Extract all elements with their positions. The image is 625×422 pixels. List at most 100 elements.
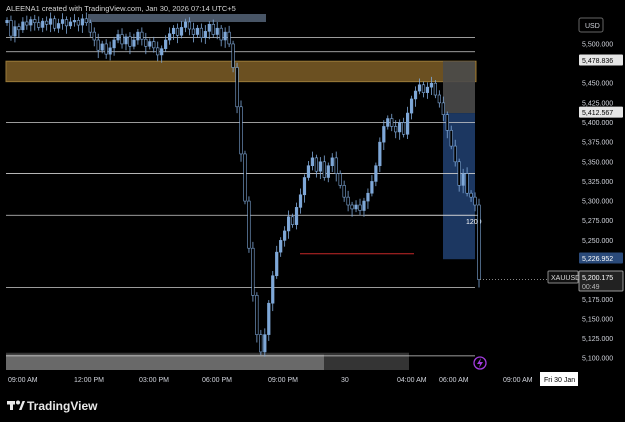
highlighted-date-text: Fri 30 Jan — [544, 377, 575, 384]
candle-body — [465, 173, 469, 194]
candle-body — [354, 204, 358, 210]
price-tick-label: 5,100.000 — [582, 356, 613, 363]
symbol-badge-text: XAUUSD — [551, 275, 580, 282]
candle-body — [112, 39, 116, 49]
price-tick-label: 5,325.000 — [582, 179, 613, 186]
price-tick-label: 5,300.000 — [582, 199, 613, 206]
candle-body — [183, 21, 188, 28]
candle-body — [56, 23, 61, 29]
candle-body — [338, 173, 342, 186]
candle-body — [409, 98, 414, 114]
time-tick-label: 12:00 PM — [74, 377, 104, 384]
countdown-text: 00:49 — [582, 284, 600, 291]
candle-body — [199, 27, 203, 38]
candle-body — [294, 207, 299, 225]
candle-body — [255, 295, 259, 335]
demand-zone-inner — [6, 354, 324, 370]
candle-body — [362, 200, 366, 211]
candle-body — [243, 153, 247, 202]
candle — [239, 100, 243, 162]
candle-body — [52, 18, 57, 29]
candle-body — [390, 118, 394, 127]
candle-body — [120, 34, 124, 45]
supply-zone[interactable] — [5, 60, 477, 83]
price-label-text: 5,226.952 — [582, 256, 613, 263]
candle-body — [9, 20, 13, 37]
candle-body — [334, 157, 338, 174]
candle-body — [477, 204, 481, 280]
candle-body — [259, 334, 263, 353]
candle-body — [33, 19, 37, 24]
candle-body — [370, 181, 374, 194]
candle-body — [140, 31, 144, 40]
price-tick-label: 5,425.000 — [582, 100, 613, 107]
candle-body — [453, 145, 457, 163]
candle — [251, 241, 255, 302]
candle-body — [29, 19, 33, 26]
candle-body — [156, 47, 160, 56]
time-tick-label: 09:00 AM — [503, 377, 533, 384]
candle-body — [374, 165, 378, 182]
candle-body — [152, 41, 156, 49]
candle-body — [13, 26, 17, 37]
candle-body — [108, 47, 112, 55]
candle-body — [441, 102, 445, 115]
candle-body — [45, 20, 49, 25]
candle-body — [80, 18, 84, 26]
candle-body — [187, 21, 192, 30]
candle-body — [290, 216, 295, 225]
candle-body — [445, 114, 449, 131]
candle-body — [17, 26, 21, 31]
candle-body — [473, 196, 477, 206]
candle-body — [287, 216, 291, 232]
candle-body — [326, 165, 330, 178]
candle-body — [223, 31, 227, 41]
price-tick-label: 5,400.000 — [582, 120, 613, 127]
grey-box[interactable] — [443, 61, 475, 114]
candle-body — [128, 36, 132, 47]
candle-body — [402, 122, 406, 135]
credit-text: ALEENA1 created with TradingView.com, Ja… — [6, 4, 236, 13]
time-tick-label: 09:00 PM — [268, 377, 298, 384]
candle-body — [88, 22, 92, 33]
candle-body — [116, 34, 120, 41]
candle-body — [148, 41, 152, 47]
candle-body — [417, 84, 422, 92]
candle-body — [64, 19, 69, 27]
candle-body — [398, 122, 402, 133]
candle-body — [175, 27, 180, 36]
candle-body — [263, 334, 267, 353]
candle-body — [60, 19, 65, 24]
price-chart[interactable]: ALEENA1 created with TradingView.com, Ja… — [0, 0, 625, 422]
candle-body — [231, 43, 235, 68]
candle-body — [195, 27, 199, 35]
candle-body — [136, 31, 140, 41]
candle-body — [239, 106, 243, 155]
candle-body — [271, 275, 275, 304]
candle-body — [164, 39, 168, 49]
candle-body — [191, 28, 196, 35]
candle-body — [247, 200, 251, 249]
time-tick-label: 04:00 AM — [397, 377, 427, 384]
candle-body — [429, 82, 434, 88]
candle-body — [302, 177, 307, 196]
candle-body — [342, 185, 346, 198]
candle-body — [168, 33, 172, 41]
candle-body — [413, 90, 418, 100]
time-tick-label: 09:00 AM — [8, 377, 38, 384]
candle-body — [41, 20, 45, 28]
candle-body — [382, 126, 386, 143]
price-tick-label: 5,125.000 — [582, 336, 613, 343]
candle-body — [25, 21, 29, 26]
candle-body — [322, 161, 326, 178]
candle-body — [275, 251, 279, 277]
price-tick-label: 5,500.000 — [582, 41, 613, 48]
candle-body — [72, 20, 77, 23]
candle-body — [366, 192, 370, 202]
candle-body — [421, 84, 426, 93]
price-tick-label: 5,250.000 — [582, 238, 613, 245]
candle — [267, 300, 271, 341]
candle-body — [211, 23, 215, 35]
top-zone[interactable] — [88, 14, 266, 22]
candle-body — [330, 157, 334, 167]
